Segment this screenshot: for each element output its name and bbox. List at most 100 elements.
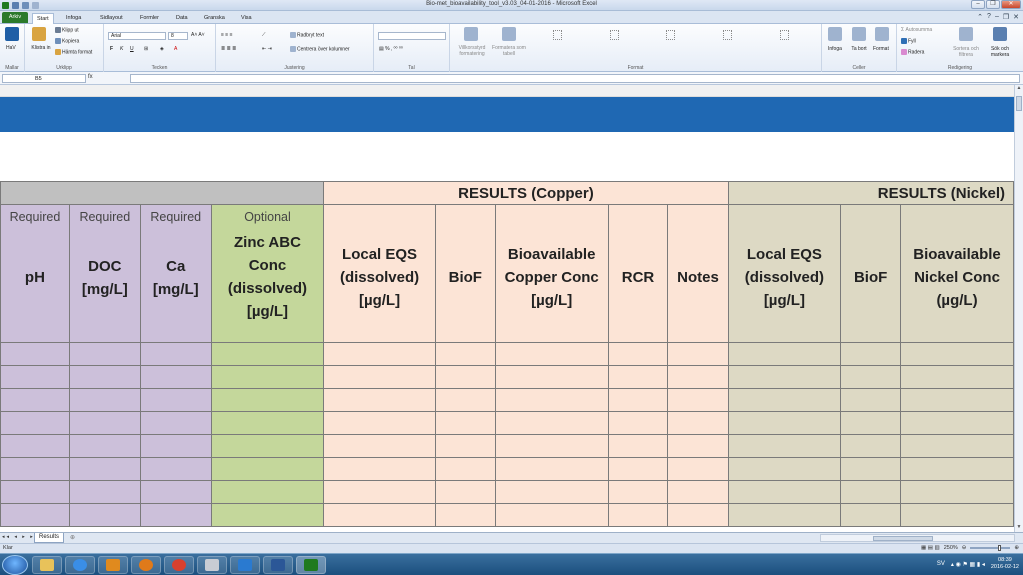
taskbar-word[interactable]: [263, 556, 293, 574]
data-cell[interactable]: [900, 342, 1014, 366]
data-cell[interactable]: [323, 457, 436, 481]
data-cell[interactable]: [0, 457, 70, 481]
column-header[interactable]: Notes: [667, 204, 729, 343]
number-format-buttons[interactable]: ▤ % ‚ ⁰⁰ ⁰⁰: [379, 46, 403, 52]
help-icon[interactable]: ?: [987, 13, 991, 21]
data-cell[interactable]: [0, 388, 70, 412]
fx-icon[interactable]: fx: [88, 74, 93, 80]
data-cell[interactable]: [0, 342, 70, 366]
format-cells-button[interactable]: Format: [873, 46, 889, 52]
cell-style-4[interactable]: [723, 30, 732, 40]
merge-center-button[interactable]: Centrera över kolumner: [290, 46, 350, 52]
workbook-restore-icon[interactable]: ❐: [1003, 13, 1009, 21]
data-cell[interactable]: [210, 411, 325, 435]
data-cell[interactable]: [494, 388, 609, 412]
data-cell[interactable]: [210, 457, 325, 481]
data-cell[interactable]: [434, 480, 496, 504]
data-cell[interactable]: [434, 388, 496, 412]
data-cell[interactable]: [900, 503, 1014, 527]
tray-icons[interactable]: ▴ ◉ ⚑ ▦ ▮ ◂: [951, 561, 985, 568]
ribbon-minimize-icon[interactable]: ⌃: [977, 13, 983, 21]
data-cell[interactable]: [323, 503, 436, 527]
data-cell[interactable]: [607, 411, 669, 435]
clock[interactable]: 08:39 2016-02-12: [991, 557, 1019, 571]
data-cell[interactable]: [607, 342, 669, 366]
tab-sidlayout[interactable]: Sidlayout: [96, 13, 127, 24]
conditional-format-button[interactable]: Villkorsstyrd formatering: [454, 45, 490, 57]
data-cell[interactable]: [667, 342, 729, 366]
data-cell[interactable]: [0, 411, 70, 435]
wrap-text-button[interactable]: Radbryt text: [290, 32, 324, 38]
data-cell[interactable]: [434, 434, 496, 458]
indent-buttons[interactable]: ⇤ ⇥: [262, 46, 272, 52]
data-cell[interactable]: [900, 480, 1014, 504]
view-buttons[interactable]: ▦ ▤ ▥: [921, 545, 940, 551]
data-cell[interactable]: [434, 342, 496, 366]
data-cell[interactable]: [607, 457, 669, 481]
taskbar-calculator[interactable]: [197, 556, 227, 574]
data-cell[interactable]: [139, 503, 212, 527]
taskbar-lync[interactable]: [230, 556, 260, 574]
tab-data[interactable]: Data: [172, 13, 192, 24]
data-cell[interactable]: [139, 365, 212, 389]
taskbar-explorer[interactable]: [32, 556, 62, 574]
formula-input[interactable]: [130, 74, 1020, 83]
data-cell[interactable]: [840, 457, 902, 481]
new-sheet-icon[interactable]: ⊕: [70, 534, 75, 541]
tab-granska[interactable]: Granska: [200, 13, 229, 24]
tab-visa[interactable]: Visa: [237, 13, 256, 24]
data-cell[interactable]: [667, 388, 729, 412]
data-cell[interactable]: [210, 480, 325, 504]
tab-infoga[interactable]: Infoga: [62, 13, 85, 24]
column-header[interactable]: Optional Zinc ABC Conc (dissolved) [µg/L]: [210, 204, 325, 343]
data-cell[interactable]: [607, 480, 669, 504]
vertical-scrollbar[interactable]: ▲ ▼: [1014, 85, 1023, 532]
data-cell[interactable]: [900, 388, 1014, 412]
data-cell[interactable]: [139, 342, 212, 366]
data-cell[interactable]: [0, 503, 70, 527]
data-cell[interactable]: [434, 503, 496, 527]
data-cell[interactable]: [68, 365, 141, 389]
data-cell[interactable]: [210, 503, 325, 527]
data-cell[interactable]: [434, 365, 496, 389]
font-color-button[interactable]: A: [174, 46, 177, 52]
column-header[interactable]: RCR: [607, 204, 669, 343]
column-header[interactable]: Required Ca [mg/L]: [139, 204, 212, 343]
format-cells-icon[interactable]: [875, 27, 889, 41]
data-cell[interactable]: [0, 480, 70, 504]
sort-filter-icon[interactable]: [959, 27, 973, 41]
data-cell[interactable]: [210, 388, 325, 412]
format-table-icon[interactable]: [502, 27, 516, 41]
column-header[interactable]: Required pH: [0, 204, 70, 343]
taskbar-chrome[interactable]: [164, 556, 194, 574]
font-name-select[interactable]: Arial: [108, 32, 166, 40]
data-cell[interactable]: [667, 365, 729, 389]
number-format-select[interactable]: [378, 32, 446, 40]
data-cell[interactable]: [900, 457, 1014, 481]
data-cell[interactable]: [727, 365, 842, 389]
orientation-button[interactable]: ⟋: [262, 32, 266, 38]
data-cell[interactable]: [494, 457, 609, 481]
delete-cells-button[interactable]: Ta bort: [851, 46, 867, 52]
format-table-button[interactable]: Formatera som tabell: [492, 45, 526, 57]
paste-icon[interactable]: [32, 27, 46, 41]
taskbar-outlook[interactable]: [98, 556, 128, 574]
bold-button[interactable]: F: [110, 46, 113, 52]
column-header[interactable]: Bioavailable Copper Conc [µg/L]: [494, 204, 609, 343]
data-cell[interactable]: [840, 388, 902, 412]
column-header[interactable]: Required DOC [mg/L]: [68, 204, 141, 343]
data-cell[interactable]: [68, 503, 141, 527]
data-cell[interactable]: [900, 434, 1014, 458]
data-cell[interactable]: [607, 388, 669, 412]
worksheet[interactable]: RESULTS (Copper) RESULTS (Nickel) Requir…: [0, 85, 1014, 532]
zoom-out-icon[interactable]: ⊖: [962, 545, 967, 551]
taskbar-media[interactable]: [131, 556, 161, 574]
data-cell[interactable]: [727, 457, 842, 481]
data-cell[interactable]: [667, 480, 729, 504]
grow-font-button[interactable]: A˄ A˅: [191, 32, 205, 38]
data-cell[interactable]: [840, 503, 902, 527]
conditional-format-icon[interactable]: [464, 27, 478, 41]
italic-button[interactable]: K: [120, 46, 123, 52]
format-painter-button[interactable]: Hämta format: [55, 49, 92, 55]
data-cell[interactable]: [607, 434, 669, 458]
